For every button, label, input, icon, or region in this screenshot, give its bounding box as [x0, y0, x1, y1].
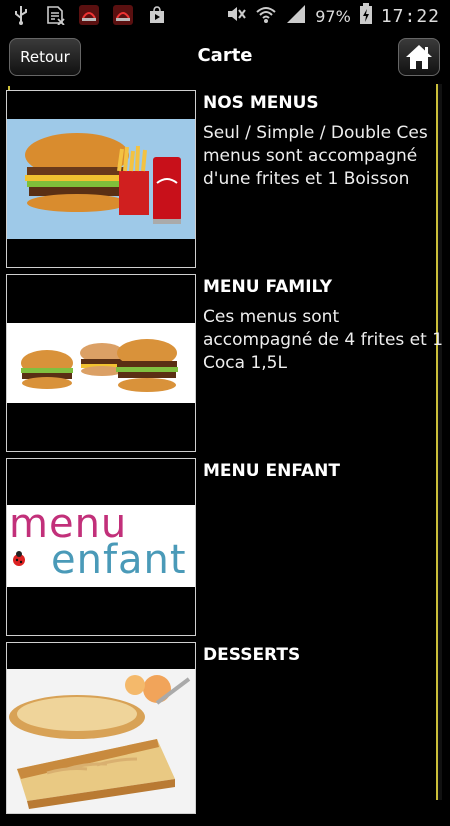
item-title: DESSERTS: [203, 645, 301, 665]
system-icons: 97% 17:22: [225, 2, 440, 30]
list-item-menu-enfant[interactable]: menu enfant MENU ENFANT: [6, 458, 438, 636]
menu-enfant-logo: menu enfant: [7, 501, 195, 587]
item-description: Ces menus sont accompagné de 4 frites et…: [203, 307, 444, 373]
mute-icon: [225, 4, 247, 28]
item-description: Seul / Simple / Double Ces menus sont ac…: [203, 123, 428, 189]
clock: 17:22: [380, 5, 440, 27]
item-image: [6, 642, 196, 814]
usb-icon: [10, 4, 32, 26]
tart-image: [7, 669, 195, 813]
app-notification-icon: [112, 4, 134, 26]
ladybug-icon: [13, 551, 25, 566]
status-bar: 97% 17:22: [0, 0, 450, 32]
item-image: [6, 90, 196, 268]
sim-error-icon: [44, 4, 66, 26]
notification-icons: [10, 4, 168, 26]
list-item-nos-menus[interactable]: NOS MENUS Seul / Simple / Double Ces men…: [6, 90, 438, 268]
item-image: [6, 274, 196, 452]
signal-icon: [285, 4, 307, 28]
item-image: menu enfant: [6, 458, 196, 636]
item-title: MENU FAMILY: [203, 277, 333, 297]
menu-list: NOS MENUS Seul / Simple / Double Ces men…: [6, 90, 443, 826]
burger-meal-image: [7, 119, 195, 239]
logo-text-enfant: enfant: [51, 537, 187, 583]
page-title: Carte: [197, 45, 253, 66]
play-store-icon: [146, 4, 168, 26]
item-title: MENU ENFANT: [203, 461, 340, 481]
list-item-desserts[interactable]: DESSERTS: [6, 642, 438, 820]
app-header: Retour Carte: [0, 32, 450, 82]
burgers-image: [7, 323, 195, 403]
battery-icon: [359, 3, 373, 29]
battery-percentage: 97%: [315, 6, 351, 26]
app-notification-icon: [78, 4, 100, 26]
home-icon: [406, 45, 432, 69]
wifi-icon: [255, 4, 277, 28]
home-button[interactable]: [398, 38, 440, 76]
item-title: NOS MENUS: [203, 93, 319, 113]
list-item-menu-family[interactable]: MENU FAMILY Ces menus sont accompagné de…: [6, 274, 443, 452]
